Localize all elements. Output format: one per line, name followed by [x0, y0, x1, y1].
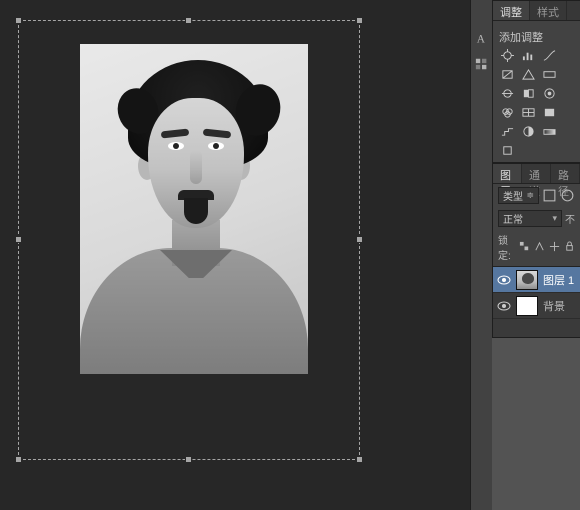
blend-mode-select[interactable]: 正常 ▾ [498, 210, 562, 227]
layer-row[interactable]: 背景 [493, 293, 580, 319]
lock-position-icon[interactable] [549, 240, 560, 255]
color-balance-icon[interactable] [499, 86, 516, 101]
bw-icon[interactable] [520, 86, 537, 101]
curves-icon[interactable] [541, 48, 558, 63]
brightness-contrast-icon[interactable] [499, 48, 516, 63]
collapsed-dock: A [470, 0, 492, 510]
levels-icon[interactable] [520, 48, 537, 63]
invert-icon[interactable] [541, 105, 558, 120]
visibility-eye-icon[interactable] [497, 299, 511, 313]
gradient-map-icon[interactable] [541, 124, 558, 139]
transform-handle-tr[interactable] [356, 17, 363, 24]
transform-handle-tm[interactable] [185, 17, 192, 24]
photo-filter-icon[interactable] [541, 86, 558, 101]
selective-color-icon[interactable] [499, 143, 516, 158]
chevron-down-icon: ≑ [526, 190, 534, 201]
lock-label: 锁定: [498, 232, 515, 262]
layer-row[interactable]: 图层 1 [493, 267, 580, 293]
svg-text:A: A [476, 33, 485, 45]
layer-thumbnail[interactable] [516, 296, 538, 316]
adjustments-icon-grid [499, 48, 574, 158]
layer-thumbnail[interactable] [516, 270, 538, 290]
layer-filter-kind-label: 类型 [503, 188, 523, 203]
transform-handle-bm[interactable] [185, 456, 192, 463]
transform-handle-bl[interactable] [15, 456, 22, 463]
opacity-label: 不 [565, 211, 575, 226]
swatches-icon[interactable] [474, 56, 490, 72]
tab-adjustments[interactable]: 调整 [493, 1, 530, 20]
layer-list: 图层 1 背景 [493, 266, 580, 337]
exposure-icon[interactable] [499, 67, 516, 82]
transform-handle-br[interactable] [356, 456, 363, 463]
tab-styles[interactable]: 样式 [530, 1, 567, 20]
threshold-icon[interactable] [520, 124, 537, 139]
character-icon[interactable]: A [474, 30, 490, 46]
layer-filter-kind-select[interactable]: 类型 ≑ [498, 187, 539, 204]
adjustments-panel: 调整 样式 添加调整 [492, 0, 580, 163]
channel-mixer-icon[interactable] [499, 105, 516, 120]
canvas-workspace[interactable] [0, 0, 470, 510]
tab-layers[interactable]: 图层 [493, 164, 522, 183]
chevron-down-icon: ▾ [552, 213, 557, 224]
right-panel-cluster: A 调整 样式 添加调整 [470, 0, 580, 510]
filter-pixel-icon[interactable] [542, 188, 557, 203]
hue-sat-icon[interactable] [541, 67, 558, 82]
lock-pixels-icon[interactable] [534, 240, 545, 255]
vibrance-icon[interactable] [520, 67, 537, 82]
transform-handle-tl[interactable] [15, 17, 22, 24]
lock-row: 锁定: [493, 230, 580, 266]
tab-channels[interactable]: 通道 [522, 164, 551, 183]
visibility-eye-icon[interactable] [497, 273, 511, 287]
lock-transparent-icon[interactable] [519, 240, 530, 255]
layer-name[interactable]: 背景 [543, 298, 565, 314]
filter-adjust-icon[interactable] [560, 188, 575, 203]
transform-handle-mr[interactable] [356, 236, 363, 243]
color-lookup-icon[interactable] [520, 105, 537, 120]
lock-all-icon[interactable] [564, 240, 575, 255]
blend-mode-value: 正常 [503, 211, 523, 226]
posterize-icon[interactable] [499, 124, 516, 139]
layer-name[interactable]: 图层 1 [543, 272, 574, 288]
free-transform-bounding-box[interactable] [18, 20, 360, 460]
adjustments-title: 添加调整 [499, 25, 574, 48]
transform-handle-ml[interactable] [15, 236, 22, 243]
layers-panel: 图层 通道 路径 类型 ≑ 正常 ▾ 不 锁定: [492, 163, 580, 338]
tab-paths[interactable]: 路径 [551, 164, 580, 183]
empty-dock-area [492, 338, 580, 510]
